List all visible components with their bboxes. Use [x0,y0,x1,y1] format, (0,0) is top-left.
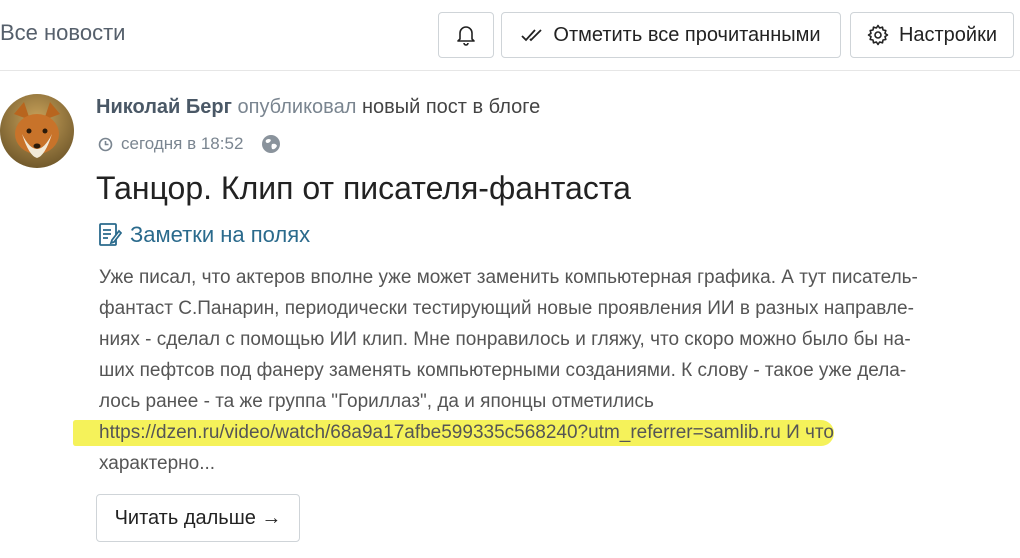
blog-link[interactable]: Заметки на полях [98,222,310,248]
news-post: Николай Берг опубликовал новый пост в бл… [0,70,1020,558]
excerpt-line: фантаст С.Панарин, периодически тестирую… [99,298,914,319]
action-text: опубликовал [237,96,357,118]
page-title: Все новости [0,20,126,45]
notifications-button[interactable] [438,12,494,58]
excerpt-after-link: И что [780,422,834,443]
excerpt-line: лось ранее - та же группа "Гориллаз", да… [99,391,654,412]
post-meta: сегодня в 18:52 [98,134,281,154]
mark-all-read-label: Отметить все прочитанными [553,23,821,46]
mark-all-read-button[interactable]: Отметить все прочитанными [501,12,841,58]
avatar[interactable] [0,94,74,168]
post-excerpt: Уже писал, что актеров вполне уже может … [73,262,999,479]
gear-icon [867,24,889,46]
bell-icon [456,24,476,46]
blog-name: Заметки на полях [130,222,311,247]
excerpt-line: ниях - сделал с помощью ИИ клип. Мне пон… [99,329,911,350]
excerpt-line: Уже писал, что актеров вполне уже может … [99,267,918,288]
clock-icon [98,137,113,152]
excerpt-link[interactable]: https://dzen.ru/video/watch/68a9a17afbe5… [99,422,781,443]
object-text: новый пост в блоге [361,96,541,118]
read-more-button[interactable]: Читать дальше → [96,494,300,542]
author-name[interactable]: Николай Берг [96,96,232,118]
excerpt-line: характерно... [99,453,216,474]
settings-button[interactable]: Настройки [850,12,1014,58]
top-bar: Все новости Отметить все прочитанными На… [0,0,1020,71]
highlight-marker: https://dzen.ru/video/watch/68a9a17afbe5… [73,420,834,446]
post-header: Николай Берг опубликовал новый пост в бл… [96,96,540,119]
notebook-icon [98,222,122,248]
double-check-icon [521,28,543,42]
globe-icon [261,134,281,154]
excerpt-line: ших пефтсов под фанеру заменять компьюте… [99,360,907,381]
timestamp[interactable]: сегодня в 18:52 [121,134,243,154]
post-title[interactable]: Танцор. Клип от писателя-фантаста [96,170,631,207]
settings-label: Настройки [898,23,998,46]
excerpt-line-with-link: https://dzen.ru/video/watch/68a9a17afbe5… [73,417,999,448]
